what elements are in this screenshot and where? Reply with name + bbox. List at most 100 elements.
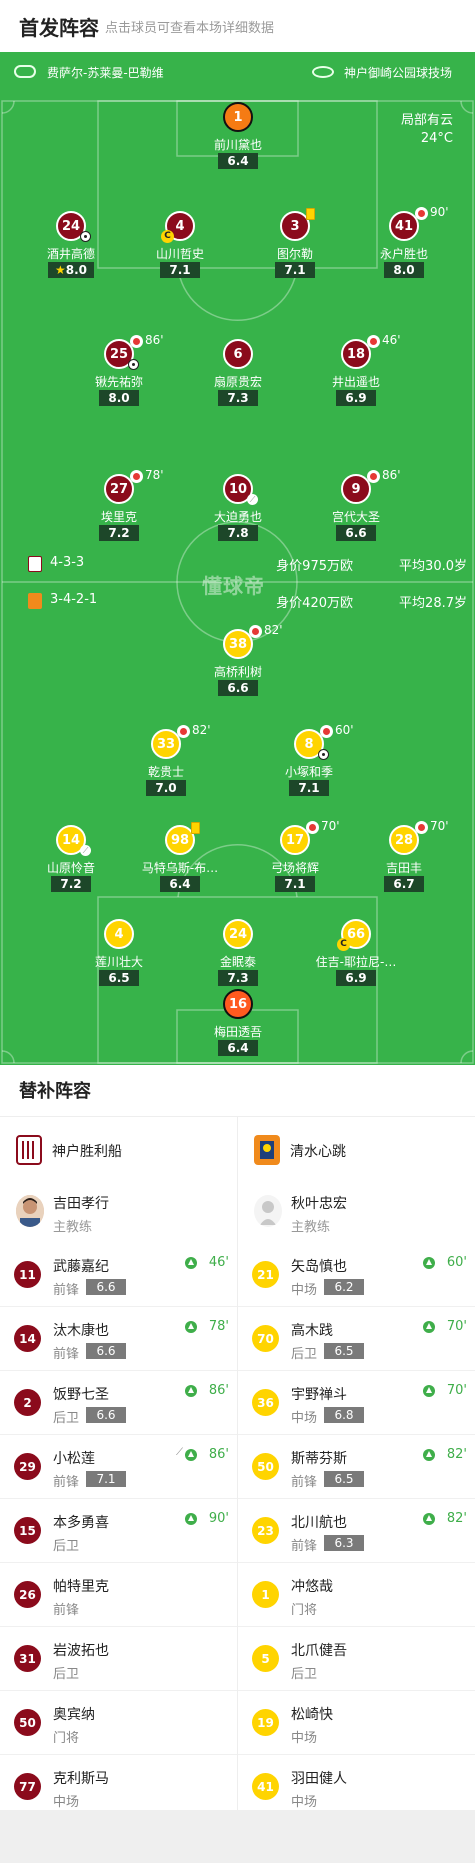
sub-rating: 7.1 (86, 1471, 126, 1487)
player-away-am[interactable]: 8 60' 小塚和季 7.1 (254, 723, 364, 799)
sub-minute: 70' (430, 819, 449, 833)
player-rating: 6.4 (160, 876, 200, 892)
player-rating: 7.1 (160, 262, 200, 278)
away-team-logo-icon (254, 1135, 280, 1165)
player-rating: 7.2 (51, 876, 91, 892)
player-away-am[interactable]: 33 82' 乾贵士 7.0 (111, 723, 221, 799)
player-home-fwd[interactable]: 10 ⟋ 大迫勇也 7.8 (183, 474, 293, 544)
sub-player-row[interactable]: 14 汰木康也 前锋 6.6 78' (0, 1307, 237, 1371)
sub-name: 斯蒂芬斯 (291, 1451, 347, 1467)
player-home-mid[interactable]: 6 扇原贵宏 7.3 (183, 339, 293, 409)
player-rating: 6.5 (99, 970, 139, 986)
player-rating: 6.9 (336, 390, 376, 406)
sub-name: 小松莲 (53, 1451, 95, 1467)
player-name: 山原怜音 (46, 861, 95, 875)
home-coach[interactable]: 吉田孝行 主教练 (0, 1181, 237, 1243)
player-home-def[interactable]: 3 图尔勒 7.1 (240, 208, 350, 281)
sub-player-row[interactable]: 1 冲悠哉 门将 (238, 1563, 475, 1627)
sub-name: 本多勇喜 (53, 1515, 109, 1531)
sub-player-row[interactable]: 21 矢岛慎也 中场 6.2 60' (238, 1243, 475, 1307)
sub-position: 中场 (291, 1411, 318, 1426)
player-name: 金眠泰 (219, 955, 256, 969)
sub-rating: 6.5 (324, 1343, 364, 1359)
sub-minute: 60' (335, 723, 354, 737)
player-away-gk[interactable]: 16 梅田透吾 6.4 (183, 989, 293, 1059)
coach-avatar (254, 1195, 282, 1227)
temperature-text: 24°C (420, 131, 453, 146)
home-team-header[interactable]: 神户胜利船 (0, 1117, 237, 1181)
player-away-mid[interactable]: 14 ⟋ 山原怜音 7.2 (16, 825, 126, 895)
sub-player-row[interactable]: 5 北爪健吾 后卫 (238, 1627, 475, 1691)
player-rating: 8.0 (99, 390, 139, 406)
substitutes-section: 替补阵容 神户胜利船 吉田孝行 主教练 11 武藤嘉纪 前锋 6.6 46' 1… (0, 1065, 475, 1810)
lineup-subtitle: 点击球员可查看本场详细数据 (105, 21, 275, 36)
sub-player-row[interactable]: 29 小松莲 前锋 7.1 ⟋ 86' (0, 1435, 237, 1499)
player-away-mid[interactable]: 17 70' 弓场将辉 7.1 (240, 819, 350, 895)
referee-name: 费萨尔-苏莱曼-巴勒维 (47, 66, 164, 80)
sub-name: 松崎快 (291, 1707, 333, 1723)
player-away-mid[interactable]: 98 马特乌斯-布… 6.4 (125, 822, 235, 895)
sub-in-icon (185, 1513, 197, 1525)
sub-number: 1 (252, 1581, 279, 1608)
sub-player-row[interactable]: 77 克利斯马 中场 (0, 1755, 237, 1819)
sub-minute: 78' (145, 468, 164, 482)
player-home-fwd[interactable]: 27 78' 埃里克 7.2 (64, 468, 174, 544)
player-away-def[interactable]: 24 金眠泰 7.3 (183, 919, 293, 989)
sub-name: 饭野七圣 (53, 1387, 109, 1403)
sub-player-row[interactable]: 2 饭野七圣 后卫 6.6 86' (0, 1371, 237, 1435)
sub-player-row[interactable]: 50 斯蒂芬斯 前锋 6.5 82' (238, 1435, 475, 1499)
player-away-def[interactable]: 4 莲川壮大 6.5 (64, 919, 174, 989)
home-team-row: 4-3-3 身价975万欧 平均30.0岁 (0, 554, 475, 574)
sub-number: 26 (14, 1581, 41, 1608)
sub-number: 23 (252, 1517, 279, 1544)
sub-in-icon (185, 1321, 197, 1333)
sub-number: 19 (252, 1709, 279, 1736)
rating-value: 8.0 (65, 263, 88, 277)
sub-name: 矢岛慎也 (291, 1259, 347, 1275)
player-name: 锹先祐弥 (94, 375, 143, 389)
sub-player-row[interactable]: 26 帕特里克 前锋 (0, 1563, 237, 1627)
sub-in-icon (423, 1513, 435, 1525)
player-away-mid[interactable]: 28 70' 吉田丰 6.7 (349, 819, 459, 895)
player-away-fwd[interactable]: 38 82' 高桥利树 6.6 (183, 623, 293, 699)
player-home-def[interactable]: 4 C 山川哲史 7.1 (125, 211, 235, 281)
sub-player-row[interactable]: 11 武藤嘉纪 前锋 6.6 46' (0, 1243, 237, 1307)
sub-position: 门将 (291, 1603, 318, 1618)
sub-minute: 70' (321, 819, 340, 833)
away-formation: 3-4-2-1 (50, 592, 98, 607)
player-home-mid[interactable]: 18 46' 井出遥也 6.9 (301, 333, 411, 409)
sub-name: 克利斯马 (53, 1771, 109, 1787)
coach-role: 主教练 (53, 1220, 93, 1235)
sub-number: 50 (14, 1709, 41, 1736)
away-team-logo-icon (28, 593, 42, 609)
sub-player-row[interactable]: 50 奥宾纳 门将 (0, 1691, 237, 1755)
player-home-def[interactable]: 24 酒井高德 ★8.0 (16, 211, 126, 281)
player-home-gk[interactable]: 1 前川黛也 6.4 (183, 102, 293, 172)
sub-player-row[interactable]: 23 北川航也 前锋 6.3 82' (238, 1499, 475, 1563)
sub-player-row[interactable]: 31 岩波拓也 后卫 (0, 1627, 237, 1691)
sub-minute: 82' (446, 1511, 467, 1526)
sub-player-row[interactable]: 41 羽田健人 中场 (238, 1755, 475, 1819)
sub-player-row[interactable]: 15 本多勇喜 后卫 90' (0, 1499, 237, 1563)
sub-in-icon (423, 1321, 435, 1333)
away-team-header[interactable]: 清水心跳 (238, 1117, 475, 1181)
away-coach[interactable]: 秋叶忠宏 主教练 (238, 1181, 475, 1243)
sub-in-icon (423, 1257, 435, 1269)
sub-position: 中场 (53, 1795, 80, 1810)
player-number: 1 (223, 102, 253, 132)
player-name: 图尔勒 (276, 247, 313, 261)
player-rating: 7.8 (218, 525, 258, 541)
sub-player-row[interactable]: 36 宇野禅斗 中场 6.8 70' (238, 1371, 475, 1435)
sub-player-row[interactable]: 70 高木践 后卫 6.5 70' (238, 1307, 475, 1371)
weather-text: 局部有云 (400, 113, 453, 128)
player-home-fwd[interactable]: 9 86' 宫代大圣 6.6 (301, 468, 411, 544)
player-rating: ★8.0 (48, 262, 94, 278)
sub-position: 前锋 (53, 1283, 80, 1298)
sub-out-icon (130, 335, 143, 348)
player-home-mid[interactable]: 25 86' 锹先祐弥 8.0 (64, 333, 174, 409)
player-away-def[interactable]: 66 C 住吉-耶拉尼-… 6.9 (301, 919, 411, 989)
sub-player-row[interactable]: 19 松崎快 中场 (238, 1691, 475, 1755)
player-home-def[interactable]: 41 90' 永户胜也 8.0 (349, 205, 459, 281)
sub-position: 中场 (291, 1283, 318, 1298)
sub-number: 11 (14, 1261, 41, 1288)
